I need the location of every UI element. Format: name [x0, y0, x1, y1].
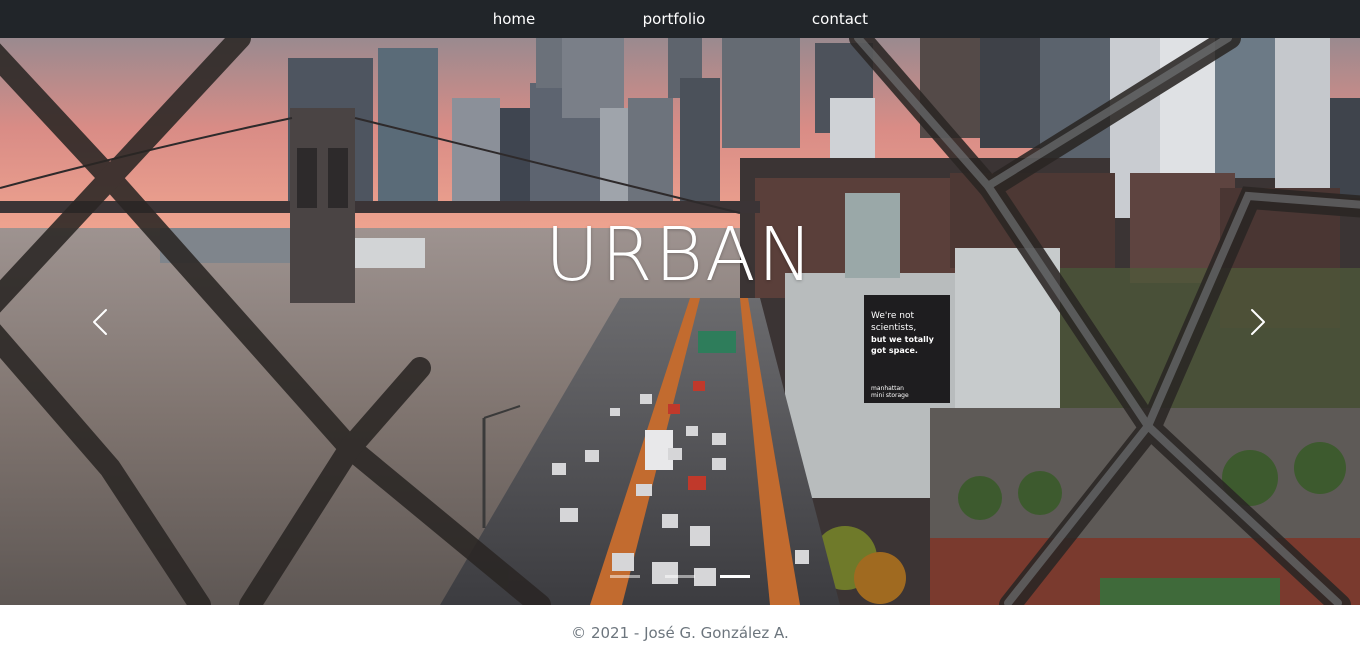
nav-link-home[interactable]: home — [493, 0, 536, 38]
carousel-next-button[interactable] — [1238, 298, 1278, 346]
footer: © 2021 - José G. González A. — [0, 605, 1360, 665]
carousel-indicator-2[interactable] — [665, 575, 695, 578]
carousel-prev-button[interactable] — [82, 298, 122, 346]
carousel-indicators — [610, 575, 750, 579]
billboard-line-2: scientists, — [871, 323, 916, 333]
carousel-indicator-3[interactable] — [720, 575, 750, 578]
billboard-brand-1: manhattan — [871, 385, 904, 392]
billboard-line-1: We're not — [871, 311, 914, 321]
footer-copyright: © 2021 - José G. González A. — [571, 624, 789, 642]
carousel-caption: URBAN — [544, 212, 815, 298]
chevron-right-icon — [1251, 309, 1265, 335]
carousel-indicator-1[interactable] — [610, 575, 640, 578]
hero-carousel: We're not scientists, but we totally got… — [0, 38, 1360, 605]
billboard-brand-2: mini storage — [871, 392, 909, 399]
city-photo: We're not scientists, but we totally got… — [0, 38, 1360, 605]
navbar: home portfolio contact — [0, 0, 1360, 38]
billboard-line-4: got space. — [871, 346, 918, 355]
billboard-line-3: but we totally — [871, 335, 935, 344]
nav-link-contact[interactable]: contact — [812, 0, 868, 38]
nav-link-portfolio[interactable]: portfolio — [643, 0, 706, 38]
chevron-left-icon — [93, 309, 107, 335]
